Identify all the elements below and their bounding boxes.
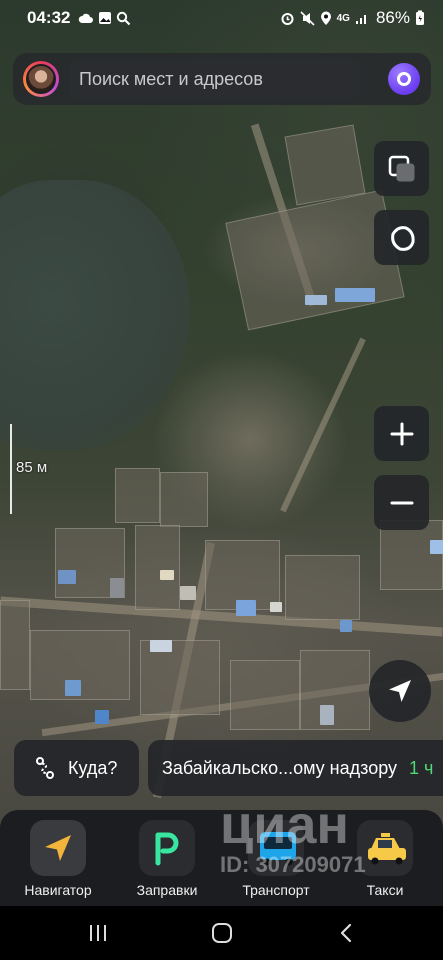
system-nav-bar [0,906,443,960]
app-taxi[interactable]: Такси [335,820,435,898]
route-suggestion-chip[interactable]: Забайкальско...ому надзору 1 ч [148,740,443,796]
search-bar[interactable] [13,53,431,105]
lake [0,180,190,450]
tilt-3d-button[interactable] [374,210,429,265]
layers-icon [388,155,414,181]
status-time: 04:32 [27,8,71,27]
location-icon [320,11,331,25]
home-icon [212,923,232,943]
search-input[interactable] [69,59,359,99]
back-icon [340,923,352,943]
app-transport[interactable]: Транспорт [226,820,326,898]
taxi-icon [357,820,413,876]
zoom-in-icon [390,422,413,445]
where-to-label: Куда? [68,757,118,778]
network-type: 4G [336,12,350,24]
zoom-out-icon [390,501,413,504]
bus-icon [248,820,304,876]
avatar[interactable] [23,61,59,97]
cloud-icon [79,13,94,23]
recent-apps-button[interactable] [78,918,118,948]
alice-assistant-button[interactable] [388,63,420,95]
battery-percent: 86% [375,8,410,27]
route-time-label: 1 ч [409,757,434,778]
recent-apps-icon [90,925,106,941]
mute-icon [300,10,315,26]
route-icon [36,757,54,779]
locate-me-icon [389,680,411,702]
app-label: Заправки [136,882,198,898]
zoom-out-button[interactable] [374,475,429,530]
alice-icon [397,72,411,86]
locate-me-button[interactable] [369,660,431,722]
app-navigator[interactable]: Навигатор [8,820,108,898]
back-button[interactable] [326,918,366,948]
zoom-in-button[interactable] [374,406,429,461]
app-label: Такси [366,882,404,898]
where-to-button[interactable]: Куда? [14,740,139,796]
app-label: Навигатор [24,882,92,898]
map-scale-label: 85 м [16,459,48,476]
image-icon [99,12,112,24]
home-button[interactable] [202,918,242,948]
signal-icon [355,15,366,24]
battery-icon [416,10,424,25]
fuel-icon [139,820,195,876]
route-destination-label: Забайкальско...ому надзору [162,757,398,778]
alarm-icon [281,12,294,25]
layers-button[interactable] [374,141,429,196]
app-fuel[interactable]: Заправки [117,820,217,898]
navigator-icon [30,820,86,876]
app-label: Транспорт [242,882,310,898]
map-scale-bar [10,424,12,514]
search-icon [117,11,131,25]
status-bar: 04:32 4G 86% [0,0,443,36]
tilt-3d-icon [390,225,415,251]
app-tray: Навигатор Заправки Транспорт Такси [0,810,443,906]
